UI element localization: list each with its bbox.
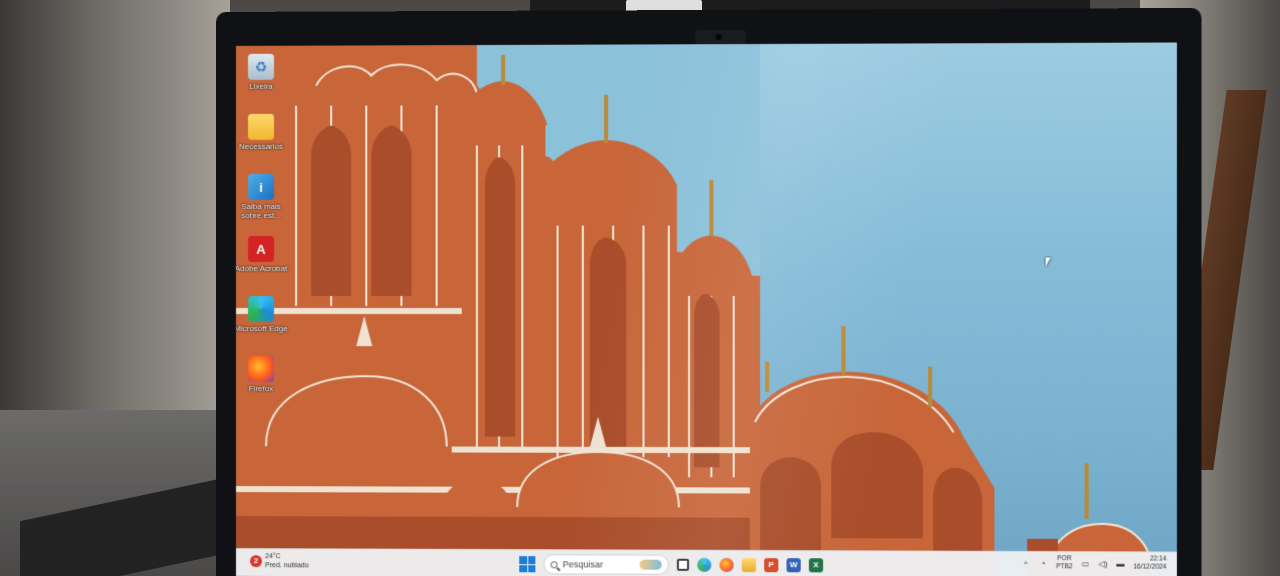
desktop-icon-microsoft-edge[interactable]: Microsoft Edge bbox=[236, 292, 286, 352]
input-language[interactable]: POR PTB2 bbox=[1056, 555, 1073, 571]
desktop-icon-firefox[interactable]: Firefox bbox=[236, 352, 286, 412]
notifications-off-icon[interactable]: ◔ bbox=[1039, 559, 1048, 568]
weather-widget[interactable]: 2 24°C Pred. nublado bbox=[250, 552, 309, 570]
task-view-icon[interactable] bbox=[677, 559, 689, 571]
search-placeholder: Pesquisar bbox=[563, 559, 635, 569]
desktop-icon-label: Firefox bbox=[236, 384, 288, 393]
edge-icon[interactable] bbox=[697, 558, 711, 572]
network-icon[interactable]: ▭ bbox=[1081, 559, 1090, 568]
wallpaper-palace bbox=[236, 42, 1177, 576]
taskbar-search[interactable]: Pesquisar bbox=[543, 554, 668, 575]
info-picture-icon: i bbox=[248, 174, 274, 200]
mouse-cursor bbox=[1046, 258, 1051, 267]
desktop-icon-label: Necessarios bbox=[236, 142, 288, 151]
adobe-acrobat-icon: A bbox=[248, 236, 274, 262]
weather-temperature: 24°C bbox=[265, 552, 309, 561]
battery-icon[interactable]: ▬ bbox=[1116, 559, 1125, 568]
laptop-bezel: ♻ Lixeira Necessarios i Saiba mais sobre… bbox=[216, 8, 1202, 576]
desktop-icon-label: Adobe Acrobat bbox=[236, 264, 288, 273]
clock[interactable]: 22:14 16/12/2024 bbox=[1133, 555, 1166, 571]
search-highlight-icon bbox=[639, 560, 661, 570]
word-icon[interactable]: W bbox=[787, 558, 801, 572]
firefox-icon bbox=[248, 356, 274, 382]
clock-time: 22:14 bbox=[1133, 555, 1166, 563]
keyboard-layout: PTB2 bbox=[1056, 563, 1073, 571]
chevron-up-icon[interactable]: ^ bbox=[1021, 559, 1030, 568]
desktop-icon-label: Lixeira bbox=[236, 82, 288, 91]
desktop-icon-recycle-bin[interactable]: ♻ Lixeira bbox=[236, 50, 286, 110]
webcam bbox=[695, 30, 746, 44]
firefox-icon[interactable] bbox=[719, 558, 733, 572]
desktop-screen: ♻ Lixeira Necessarios i Saiba mais sobre… bbox=[236, 42, 1177, 576]
file-explorer-icon[interactable] bbox=[742, 558, 756, 572]
desktop-icon-adobe-acrobat[interactable]: A Adobe Acrobat bbox=[236, 232, 286, 292]
search-icon bbox=[551, 561, 558, 568]
folder-icon bbox=[248, 114, 274, 140]
desktop-icon-label: Saiba mais sobre est... bbox=[236, 202, 288, 220]
language-code: POR bbox=[1056, 555, 1073, 563]
desktop-icon-column: ♻ Lixeira Necessarios i Saiba mais sobre… bbox=[236, 50, 286, 412]
recycle-bin-icon: ♻ bbox=[248, 54, 274, 80]
edge-icon bbox=[248, 296, 274, 322]
excel-icon[interactable]: X bbox=[809, 558, 823, 572]
desktop-icon-label: Microsoft Edge bbox=[236, 324, 288, 333]
taskbar: 2 24°C Pred. nublado Pesquisar P W X ^ ◔… bbox=[236, 548, 1177, 576]
taskbar-apps: Pesquisar P W X bbox=[519, 554, 823, 575]
clock-date: 16/12/2024 bbox=[1133, 564, 1166, 572]
powerpoint-icon[interactable]: P bbox=[764, 558, 778, 572]
desktop-icon-saiba-mais[interactable]: i Saiba mais sobre est... bbox=[236, 170, 286, 232]
weather-alert-icon: 2 bbox=[250, 555, 262, 567]
desktop-icon-necessarios[interactable]: Necessarios bbox=[236, 110, 286, 170]
system-tray: ^ ◔ POR PTB2 ▭ ◁) ▬ 22:14 16/12/2024 bbox=[1021, 555, 1166, 572]
start-icon[interactable] bbox=[519, 556, 535, 572]
volume-icon[interactable]: ◁) bbox=[1098, 559, 1107, 568]
weather-condition: Pred. nublado bbox=[265, 561, 309, 570]
